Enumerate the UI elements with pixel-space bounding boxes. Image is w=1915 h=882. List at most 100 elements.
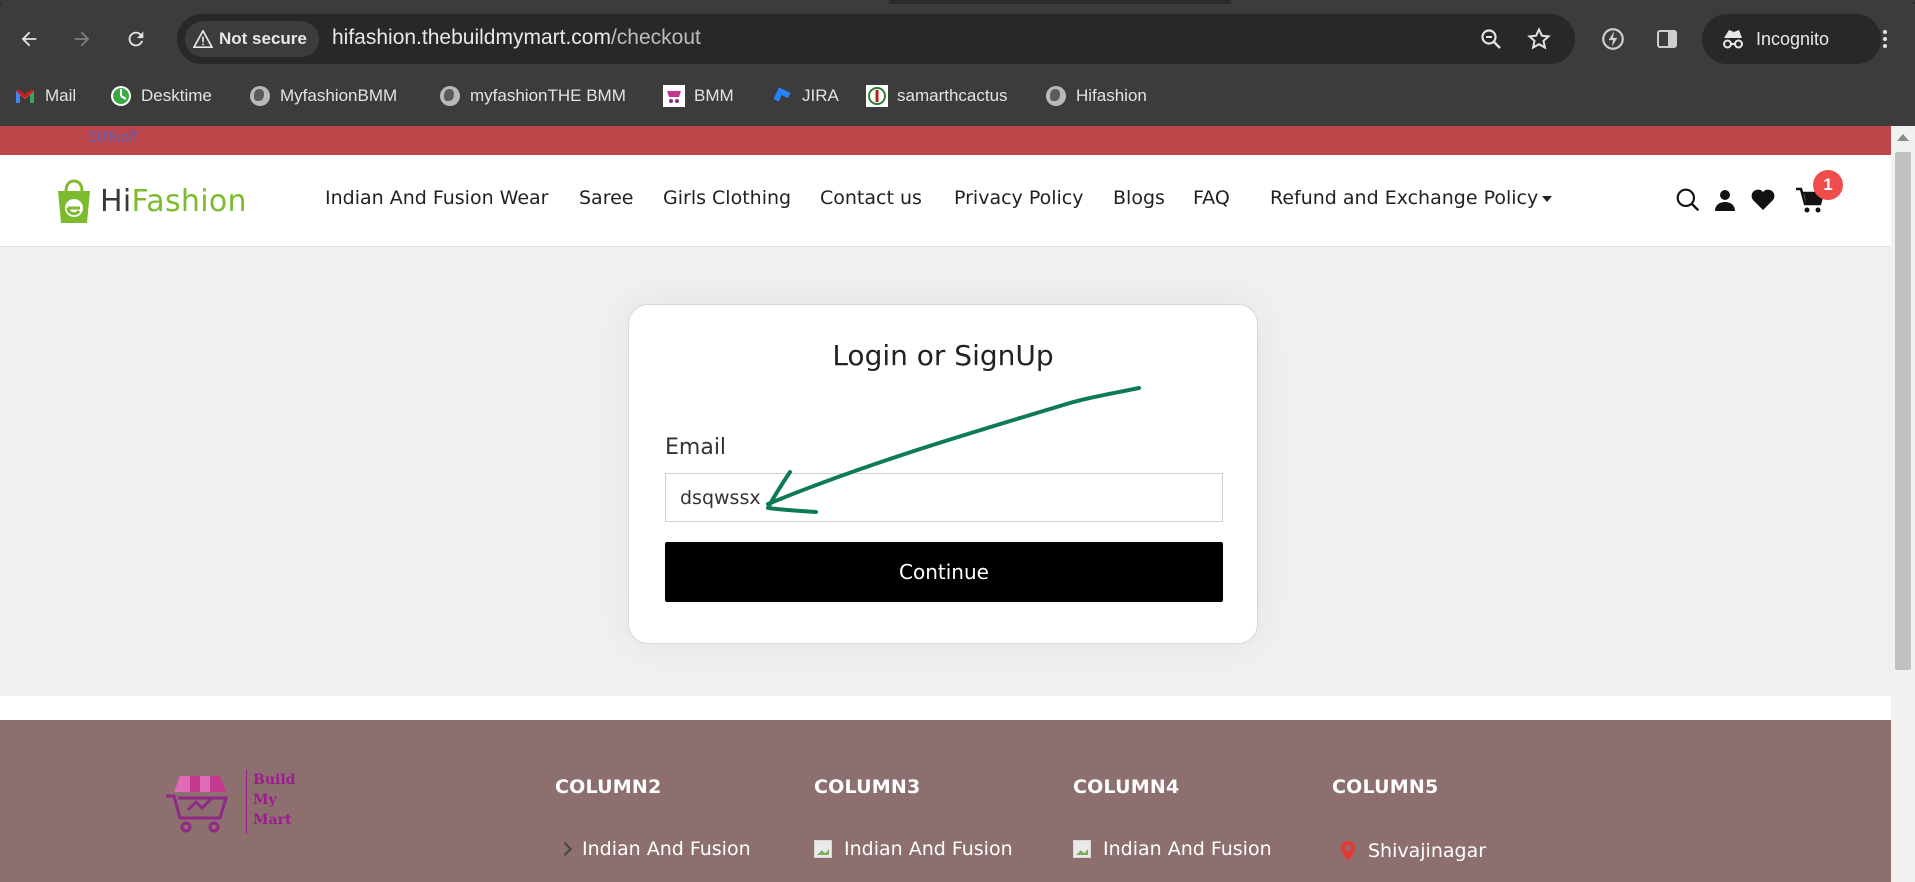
browser-menu-button[interactable] [1870,24,1900,54]
nav-refund-exchange-dropdown[interactable]: Refund and Exchange Policy [1270,187,1553,209]
bookmark-desktime[interactable]: Desktime [110,82,212,110]
side-panel-button[interactable] [1652,24,1682,54]
bookmark-label: JIRA [802,86,839,105]
broken-image-icon [814,840,832,858]
footer-link[interactable]: Indian And Fusion [1073,838,1272,860]
bookmark-label: Mail [45,86,77,105]
incognito-profile-button[interactable]: Incognito [1702,14,1881,64]
bookmark-mail[interactable]: Mail [14,82,76,110]
security-indicator[interactable]: Not secure [185,21,319,57]
logo-hi: Hi [100,183,132,219]
bookmark-label: Desktime [141,86,212,105]
url-host: hifashion.thebuildmymart.com [332,26,611,49]
nav-indian-fusion-wear[interactable]: Indian And Fusion Wear [325,187,548,209]
footer-column-heading: COLUMN5 [1332,776,1439,798]
login-card: Login or SignUp Email Continue [628,304,1258,644]
bookmark-samarthcactus[interactable]: samarthcactus [866,82,1008,110]
nav-refund-label: Refund and Exchange Policy [1270,187,1539,209]
cart-count-badge: 1 [1813,170,1843,200]
reload-button[interactable] [121,24,151,54]
zoom-button[interactable] [1477,25,1505,53]
tab[interactable] [0,0,890,4]
jira-icon [771,85,793,107]
scroll-up-arrow[interactable] [1897,134,1909,141]
page-scrollbar[interactable] [1891,126,1915,882]
globe-icon [439,85,461,107]
shopping-bag-icon [58,179,90,223]
site-footer: Build My Mart COLUMN2 COLUMN3 COLUMN4 CO… [0,720,1891,882]
scroll-thumb[interactable] [1895,152,1911,670]
globe-icon [249,85,271,107]
nav-faq[interactable]: FAQ [1193,187,1230,209]
address-label: Shivajinagar [1368,840,1487,862]
login-title: Login or SignUp [832,339,1054,372]
footer-link[interactable]: Indian And Fusion [814,838,1013,860]
incognito-icon [1723,30,1743,49]
url-path: /checkout [610,26,701,49]
gmail-icon [14,85,36,107]
chevron-right-icon [557,841,573,857]
logo-line: My [253,792,277,808]
bookmark-myfashion-the-bmm[interactable]: myfashionTHE BMM [439,82,626,110]
profile-label: Incognito [1756,28,1830,49]
continue-button[interactable]: Continue [665,542,1223,602]
user-icon [1715,190,1735,211]
address-bar[interactable]: Not secure hifashion.thebuildmymart.com/… [177,14,1575,64]
logo-line: Build [253,772,296,788]
footer-column-heading: COLUMN2 [555,776,662,798]
bookmark-label: Hifashion [1076,86,1147,105]
logo-fashion: Fashion [131,183,247,219]
nav-blogs[interactable]: Blogs [1113,187,1165,209]
desktime-icon [110,85,132,107]
promo-text[interactable]: 50%off [88,129,138,147]
bookmark-label: samarthcactus [897,86,1008,105]
warning-icon [193,30,213,48]
nav-girls-clothing[interactable]: Girls Clothing [663,187,791,209]
search-button[interactable] [1673,185,1703,215]
zoom-icon [1481,29,1501,49]
bookmark-jira[interactable]: JIRA [771,82,839,110]
location-pin-icon [1341,841,1355,861]
arrow-left-icon [21,31,37,47]
arrow-right-icon [74,31,90,47]
performance-button[interactable] [1598,24,1628,54]
leaf-icon [1602,28,1624,50]
bookmark-hifashion[interactable]: Hifashion [1045,82,1147,110]
cactus-icon [866,85,888,107]
nav-saree[interactable]: Saree [579,187,633,209]
footer-link[interactable]: Indian And Fusion [557,838,751,860]
account-button[interactable] [1710,185,1740,215]
forward-button[interactable] [67,24,97,54]
wishlist-button[interactable] [1748,185,1778,215]
email-field[interactable] [665,473,1223,522]
logo-text: HiFashion [100,184,247,219]
bookmark-myfashionbmm[interactable]: MyfashionBMM [249,82,397,110]
footer-address: Shivajinagar [1340,840,1486,862]
bookmark-label: myfashionTHE BMM [470,86,626,105]
site-header: HiFashion Indian And Fusion Wear Saree G… [0,155,1891,247]
nav-contact-us[interactable]: Contact us [820,187,922,209]
build-my-mart-logo[interactable]: Build My Mart [164,770,295,834]
search-icon [1676,188,1700,212]
email-label: Email [665,435,727,460]
bookmark-star-button[interactable] [1525,25,1553,53]
bmm-icon [663,85,685,107]
chevron-down-icon [1542,195,1553,202]
browser-toolbar: Not secure hifashion.thebuildmymart.com/… [0,0,1915,126]
promo-bar: 50%off [0,126,1891,155]
footer-column-heading: COLUMN4 [1073,776,1180,798]
hifashion-logo[interactable]: HiFashion [54,177,247,225]
heart-icon [1751,189,1775,210]
url-text[interactable]: hifashion.thebuildmymart.com/checkout [332,26,701,50]
nav-privacy-policy[interactable]: Privacy Policy [954,187,1083,209]
tab-strip [0,0,1915,4]
footer-column-heading: COLUMN3 [814,776,921,798]
star-icon [1527,27,1551,50]
logo-line: Mart [253,812,292,828]
footer-logo-text: Build My Mart [246,770,295,834]
back-button[interactable] [14,24,44,54]
tab[interactable] [1230,0,1915,4]
bookmark-bmm[interactable]: BMM [663,82,734,110]
footer-link-label: Indian And Fusion [844,838,1013,860]
build-my-mart-cart-icon [166,776,229,833]
